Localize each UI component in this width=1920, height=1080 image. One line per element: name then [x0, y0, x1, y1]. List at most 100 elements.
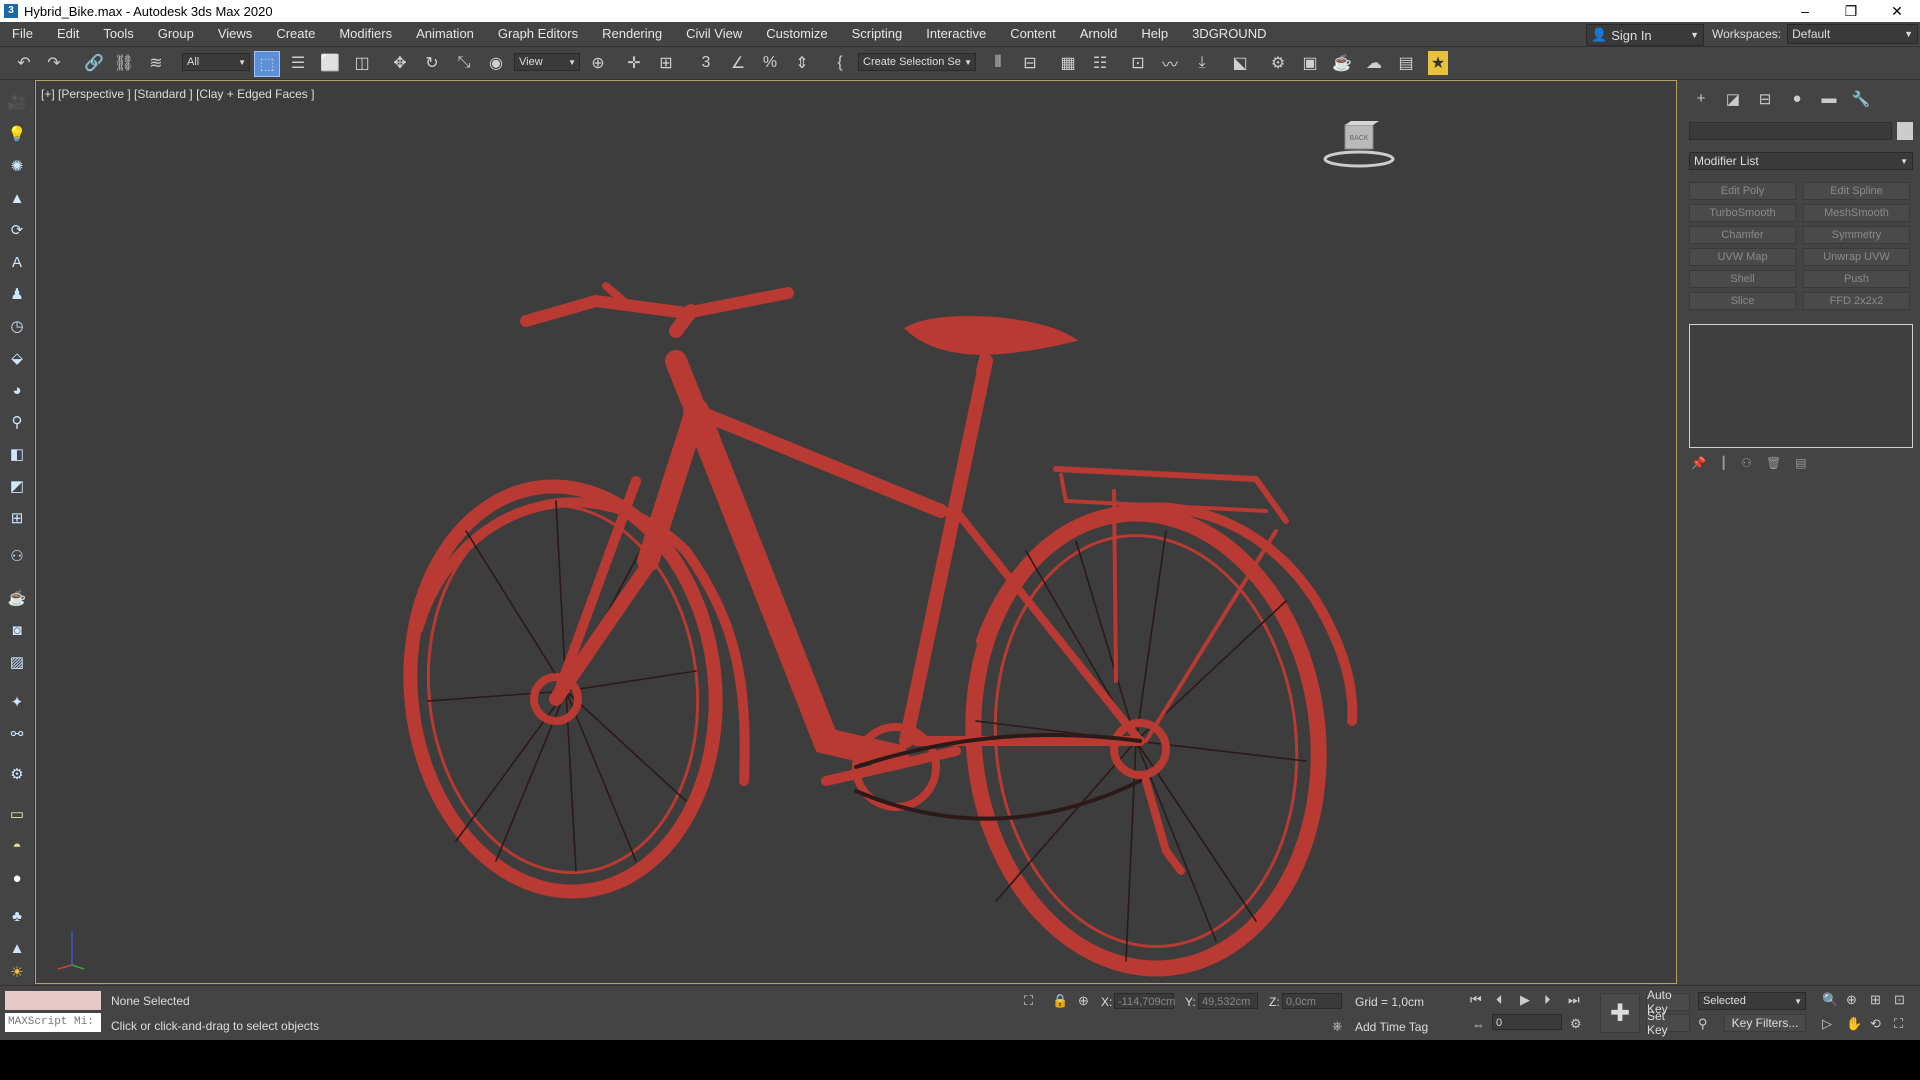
modifier-button-edit-poly[interactable]: Edit Poly	[1689, 182, 1796, 200]
configure-modifier-sets-icon[interactable]: ▤	[1795, 456, 1806, 470]
rotate-icon[interactable]: ↻	[420, 51, 444, 75]
paint-tool-icon[interactable]: ⬙	[7, 348, 27, 368]
menu-arnold[interactable]: Arnold	[1068, 22, 1130, 46]
zoom-icon[interactable]: 🔍	[1822, 992, 1838, 1008]
render-shortcuts-icon[interactable]: ▤	[1394, 51, 1418, 75]
cone-icon[interactable]: ▲	[7, 938, 27, 958]
link-icon[interactable]: 🔗	[82, 51, 106, 75]
modifier-stack-list[interactable]	[1689, 324, 1913, 448]
scale-icon[interactable]: ⤡	[452, 51, 476, 75]
menu-rendering[interactable]: Rendering	[590, 22, 674, 46]
move-icon[interactable]: ✥	[388, 51, 412, 75]
modifier-button-chamfer[interactable]: Chamfer	[1689, 226, 1796, 244]
object-color-swatch[interactable]	[1897, 122, 1913, 140]
key-filters-button[interactable]: Key Filters...	[1724, 1014, 1806, 1032]
plane-icon[interactable]: ▭	[7, 804, 27, 824]
go-to-end-icon[interactable]: ⏭	[1568, 992, 1580, 1008]
pivot-center-icon[interactable]: ⊕	[586, 51, 610, 75]
menu-views[interactable]: Views	[206, 22, 264, 46]
text-tool-icon[interactable]: A	[7, 252, 27, 272]
edit-named-selection-icon[interactable]: {	[828, 51, 852, 75]
hierarchy-tab-icon[interactable]: ⊟	[1749, 90, 1781, 108]
scene-states-icon[interactable]: ⚯	[7, 724, 27, 744]
perspective-viewport[interactable]: [+] [Perspective ] [Standard ] [Clay + E…	[35, 80, 1677, 984]
modifier-button-edit-spline[interactable]: Edit Spline	[1803, 182, 1910, 200]
modifier-button-meshsmooth[interactable]: MeshSmooth	[1803, 204, 1910, 222]
next-frame-icon[interactable]: ⏵	[1544, 992, 1551, 1008]
material-editor-icon[interactable]: ⬕	[1228, 51, 1252, 75]
unlink-icon[interactable]: ⛓	[112, 51, 136, 75]
key-mode-dropdown[interactable]: Selected ▼	[1698, 992, 1806, 1010]
zoom-all-icon[interactable]: ⊕	[1846, 992, 1857, 1008]
redo-icon[interactable]: ↷	[42, 51, 66, 75]
modifier-button-push[interactable]: Push	[1803, 270, 1910, 288]
modifier-list-dropdown[interactable]: Modifier List ▼	[1689, 152, 1913, 170]
rotate-tool-icon[interactable]: ⟳	[7, 220, 27, 240]
rectangular-selection-icon[interactable]: ⬜	[318, 51, 342, 75]
sphere-icon[interactable]: ●	[7, 868, 27, 888]
reference-coordinate-dropdown[interactable]: View ▼	[514, 53, 580, 71]
create-light-icon[interactable]: 💡	[7, 124, 27, 144]
current-frame-field[interactable]: 0	[1492, 1014, 1562, 1030]
menu-civil-view[interactable]: Civil View	[674, 22, 754, 46]
close-button[interactable]: ✕	[1874, 0, 1920, 22]
menu-edit[interactable]: Edit	[45, 22, 91, 46]
utilities-tab-icon[interactable]: 🔧	[1845, 90, 1877, 108]
rendered-frame-window-icon[interactable]: ▣	[1298, 51, 1322, 75]
modifier-button-turbosmooth[interactable]: TurboSmooth	[1689, 204, 1796, 222]
pin-stack-icon[interactable]: 📌	[1691, 456, 1706, 470]
z-coordinate-field[interactable]: 0,0cm	[1282, 993, 1342, 1009]
hybrid-bike-model[interactable]	[336, 191, 1386, 991]
set-keys-icon[interactable]: ✚	[1600, 993, 1640, 1033]
named-selection-dropdown[interactable]: Create Selection Se ▼	[858, 53, 976, 71]
show-end-result-icon[interactable]: ┃	[1720, 456, 1727, 470]
render-in-cloud-icon[interactable]: ☁	[1362, 51, 1386, 75]
object-name-field[interactable]	[1689, 122, 1892, 140]
window-crossing-icon[interactable]: ◫	[350, 51, 374, 75]
3dground-plugin-icon[interactable]: ★	[1428, 51, 1448, 75]
sign-in-dropdown[interactable]: 👤 Sign In ▼	[1586, 24, 1704, 46]
menu-customize[interactable]: Customize	[754, 22, 839, 46]
previous-frame-icon[interactable]: ⏴	[1496, 992, 1503, 1008]
sun-light-icon[interactable]: ✺	[7, 156, 27, 176]
selection-filter-dropdown[interactable]: All ▼	[182, 53, 250, 71]
zoom-extents-all-icon[interactable]: ⊡	[1894, 992, 1905, 1008]
layer-explorer-icon[interactable]: ☷	[1088, 51, 1112, 75]
absolute-mode-icon[interactable]: ⊕	[1078, 993, 1089, 1009]
go-to-start-icon[interactable]: ⏮	[1470, 992, 1482, 1008]
toggle-ribbon-icon[interactable]: ⊡	[1126, 51, 1150, 75]
modifier-button-shell[interactable]: Shell	[1689, 270, 1796, 288]
menu-interactive[interactable]: Interactive	[914, 22, 998, 46]
viewport-label[interactable]: [+] [Perspective ] [Standard ] [Clay + E…	[41, 87, 314, 101]
menu-help[interactable]: Help	[1129, 22, 1180, 46]
display-tab-icon[interactable]: ▬	[1813, 90, 1845, 108]
play-icon[interactable]: ▶	[1520, 992, 1530, 1008]
field-of-view-icon[interactable]: ▷	[1822, 1016, 1832, 1032]
snaps-toggle-icon[interactable]: 3	[694, 51, 718, 75]
time-configuration-icon[interactable]: ⚙	[1570, 1016, 1582, 1032]
curve-editor-icon[interactable]: 〰	[1158, 51, 1182, 75]
menu-group[interactable]: Group	[146, 22, 206, 46]
menu-tools[interactable]: Tools	[91, 22, 145, 46]
remove-modifier-icon[interactable]: 🗑	[1766, 456, 1781, 470]
modifier-button-uvw-map[interactable]: UVW Map	[1689, 248, 1796, 266]
selection-lock-icon[interactable]: 🔒	[1052, 993, 1068, 1009]
maximize-viewport-icon[interactable]: ⛶	[1894, 1016, 1903, 1032]
create-tab-icon[interactable]: +	[1685, 90, 1717, 108]
menu-graph-editors[interactable]: Graph Editors	[486, 22, 590, 46]
undo-icon[interactable]: ↶	[12, 51, 36, 75]
grid-tool-icon[interactable]: ⊞	[7, 508, 27, 528]
menu-scripting[interactable]: Scripting	[840, 22, 915, 46]
spinner-snap-icon[interactable]: ⇕	[790, 51, 814, 75]
zoom-extents-icon[interactable]: ⊞	[1870, 992, 1881, 1008]
create-camera-icon[interactable]: 🎥	[7, 92, 27, 112]
hemisphere-icon[interactable]: ◓	[7, 836, 27, 856]
render-region-icon[interactable]: ◩	[7, 476, 27, 496]
workspaces-dropdown[interactable]: Default ▼	[1787, 24, 1918, 44]
figure-tool-icon[interactable]: ♟	[7, 284, 27, 304]
sculpt-tool-icon[interactable]: ◕	[7, 380, 27, 400]
image-tool-icon[interactable]: ▨	[7, 652, 27, 672]
maximize-button[interactable]: ❐	[1828, 0, 1874, 22]
make-unique-icon[interactable]: ⚇	[1741, 456, 1752, 470]
photo-tool-icon[interactable]: ◙	[7, 620, 27, 640]
